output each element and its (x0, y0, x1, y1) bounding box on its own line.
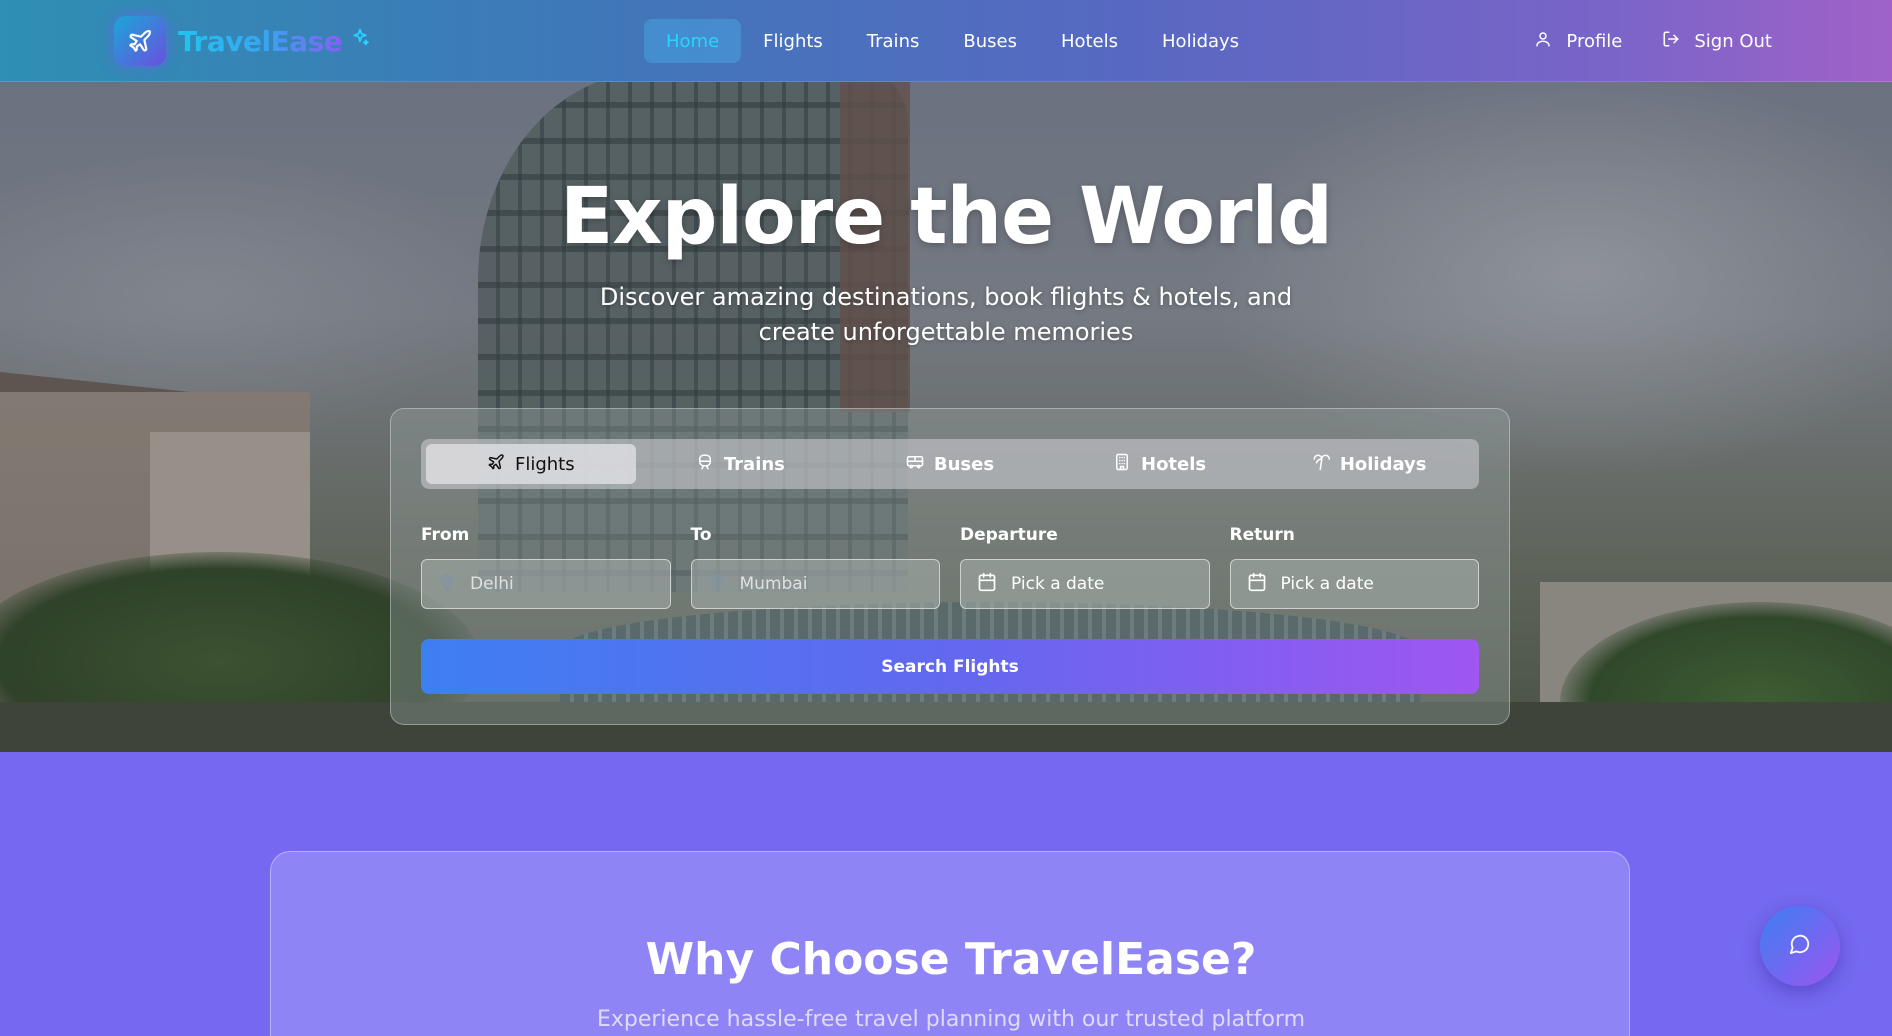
tab-hotels[interactable]: Hotels (1055, 444, 1265, 484)
search-card: Flights Trains Buses Hotels Holidays Fro… (390, 408, 1510, 725)
sparkle-icon (350, 27, 370, 51)
main-nav: Home Flights Trains Buses Hotels Holiday… (644, 19, 1261, 63)
map-pin-icon (708, 573, 726, 596)
nav-buses[interactable]: Buses (941, 19, 1039, 63)
tab-flights[interactable]: Flights (426, 444, 636, 484)
bus-icon (906, 453, 924, 476)
brand-name: TravelEase (178, 24, 343, 58)
why-choose-subtitle: Experience hassle-free travel planning w… (596, 1007, 1306, 1032)
from-input-box[interactable] (421, 559, 671, 609)
sign-out-label: Sign Out (1694, 30, 1772, 52)
map-pin-icon (438, 573, 456, 596)
calendar-icon (1247, 572, 1267, 597)
sign-out-button[interactable]: Sign Out (1662, 19, 1772, 63)
logout-icon (1662, 30, 1680, 53)
why-choose-title: Why Choose TravelEase? (645, 934, 1257, 985)
search-fields: From To Departure (421, 525, 1479, 609)
calendar-icon (977, 572, 997, 597)
nav-trains[interactable]: Trains (845, 19, 942, 63)
tab-label: Buses (933, 453, 995, 475)
tab-trains[interactable]: Trains (636, 444, 846, 484)
nav-hotels[interactable]: Hotels (1039, 19, 1140, 63)
departure-field: Departure Pick a date (960, 525, 1210, 609)
search-flights-button[interactable]: Search Flights (421, 639, 1479, 694)
nav-flights[interactable]: Flights (741, 19, 845, 63)
account-actions: Profile Sign Out (1534, 19, 1772, 63)
why-choose-card: Why Choose TravelEase? Experience hassle… (270, 851, 1630, 1036)
to-input[interactable] (739, 574, 920, 594)
user-icon (1534, 30, 1552, 53)
from-field: From (421, 525, 671, 609)
to-field: To (690, 525, 940, 609)
brand-logo[interactable]: TravelEase (114, 16, 370, 66)
top-navbar: TravelEase Home Flights Trains Buses Hot… (0, 0, 1892, 82)
from-label: From (421, 525, 470, 545)
plane-icon (487, 453, 505, 476)
chat-button[interactable] (1760, 906, 1840, 986)
nav-home[interactable]: Home (644, 19, 742, 63)
to-input-box[interactable] (690, 559, 940, 609)
hero-title: Explore the World (559, 172, 1333, 262)
tab-holidays[interactable]: Holidays (1264, 444, 1474, 484)
departure-date-value: Pick a date (1011, 574, 1105, 594)
palm-tree-icon (1312, 453, 1330, 476)
tab-label: Flights (514, 453, 575, 475)
departure-date-picker[interactable]: Pick a date (960, 559, 1210, 609)
to-label: To (690, 525, 712, 545)
why-choose-section: Why Choose TravelEase? Experience hassle… (0, 752, 1892, 1036)
chat-bubble-icon (1789, 933, 1811, 959)
profile-button[interactable]: Profile (1534, 19, 1622, 63)
hotel-icon (1113, 453, 1131, 476)
return-field: Return Pick a date (1229, 525, 1479, 609)
tab-label: Hotels (1141, 453, 1207, 475)
booking-type-tabs: Flights Trains Buses Hotels Holidays (421, 439, 1479, 489)
nav-holidays[interactable]: Holidays (1140, 19, 1261, 63)
return-label: Return (1229, 525, 1295, 545)
hero-subtitle: Discover amazing destinations, book flig… (599, 283, 1293, 346)
train-icon (696, 453, 714, 476)
from-input[interactable] (470, 574, 650, 594)
tab-label: Holidays (1339, 453, 1427, 475)
tab-label: Trains (723, 453, 785, 475)
tab-buses[interactable]: Buses (845, 444, 1055, 484)
return-date-value: Pick a date (1280, 574, 1374, 594)
hero-section: Explore the World Discover amazing desti… (0, 82, 1892, 752)
profile-label: Profile (1566, 30, 1623, 52)
return-date-picker[interactable]: Pick a date (1229, 559, 1479, 609)
departure-label: Departure (960, 525, 1058, 545)
plane-logo-icon (114, 16, 166, 66)
